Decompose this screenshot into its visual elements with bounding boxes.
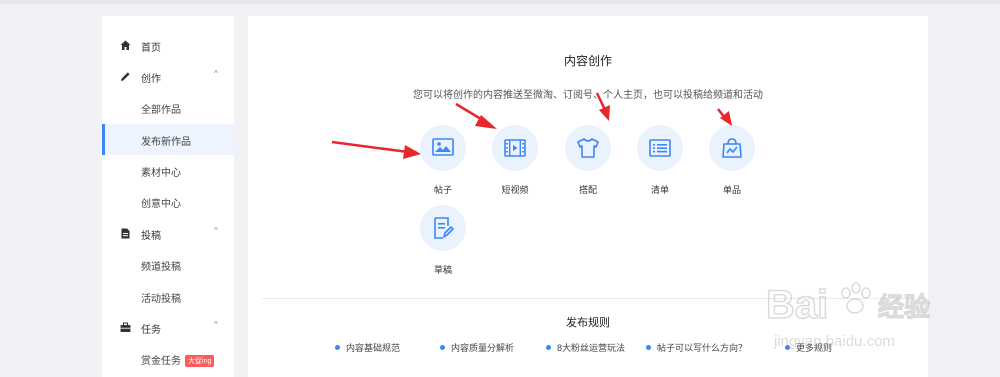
sidebar-item-label: 创作 bbox=[141, 74, 161, 85]
rule-link[interactable]: 内容质量分解析 bbox=[440, 341, 514, 354]
chevron-up-icon[interactable]: ^ bbox=[214, 69, 218, 78]
sidebar-item-submit[interactable]: 投稿 ^ bbox=[102, 218, 234, 249]
sidebar-item-label: 创意中心 bbox=[141, 199, 181, 210]
briefcase-icon bbox=[120, 322, 131, 332]
content-type-label: 清单 bbox=[650, 185, 669, 195]
sidebar-item-label: 赏金任务 bbox=[141, 356, 181, 367]
sidebar-item-ideas[interactable]: 创意中心 bbox=[102, 186, 234, 217]
image-icon bbox=[432, 138, 454, 156]
sidebar-item-activity-submit[interactable]: 活动投稿 bbox=[102, 281, 234, 312]
content-type-label: 草稿 bbox=[433, 265, 452, 275]
top-border bbox=[0, 0, 1000, 4]
sidebar-item-create[interactable]: 创作 ^ bbox=[102, 61, 234, 92]
chevron-up-icon[interactable]: ^ bbox=[214, 320, 218, 329]
pencil-icon bbox=[121, 72, 130, 81]
sidebar-item-label: 任务 bbox=[141, 325, 161, 336]
rule-link[interactable]: 内容基础规范 bbox=[335, 341, 400, 354]
sidebar-item-label: 活动投稿 bbox=[141, 294, 181, 305]
bullet-icon bbox=[546, 345, 551, 350]
page-title: 内容创作 bbox=[563, 54, 612, 68]
sidebar-item-label: 首页 bbox=[141, 43, 161, 54]
svg-text:经验: 经验 bbox=[878, 292, 930, 323]
page-subtitle: 您可以将创作的内容推送至微淘、订阅号、个人主页，也可以投稿给频道和活动 bbox=[413, 90, 763, 101]
sidebar-item-home[interactable]: 首页 bbox=[102, 30, 234, 61]
content-type-label: 单品 bbox=[722, 185, 741, 195]
document-icon bbox=[121, 228, 130, 239]
shopping-bag-icon bbox=[722, 138, 742, 158]
list-icon bbox=[649, 139, 671, 157]
content-type-label: 搭配 bbox=[578, 185, 597, 195]
content-type-short-video-button[interactable]: 短视频 bbox=[480, 125, 550, 196]
sidebar: 首页 创作 ^ 全部作品 发布新作品 素材中心 创意中心 投稿 ^ 频道投稿 活… bbox=[102, 16, 234, 377]
content-type-outfit-button[interactable]: 搭配 bbox=[553, 125, 623, 196]
content-type-post-button[interactable]: 帖子 bbox=[408, 125, 478, 196]
home-icon bbox=[120, 40, 131, 50]
sidebar-item-materials[interactable]: 素材中心 bbox=[102, 155, 234, 186]
sidebar-item-bounty[interactable]: 赏金任务 大促ing bbox=[102, 343, 234, 374]
promo-badge: 大促ing bbox=[185, 355, 215, 367]
bullet-icon bbox=[335, 345, 340, 350]
sidebar-item-tasks[interactable]: 任务 ^ bbox=[102, 312, 234, 343]
sidebar-item-channel-submit[interactable]: 频道投稿 bbox=[102, 249, 234, 280]
bullet-icon bbox=[440, 345, 445, 350]
svg-text:Bai: Bai bbox=[766, 283, 828, 327]
bullet-icon bbox=[646, 345, 651, 350]
content-type-label: 帖子 bbox=[433, 185, 452, 195]
svg-text:jingyan.baidu.com: jingyan.baidu.com bbox=[773, 333, 895, 350]
content-type-label: 短视频 bbox=[501, 185, 529, 195]
baidu-watermark-logo: Bai 经验 jingyan.baidu.com bbox=[765, 282, 931, 350]
tshirt-icon bbox=[577, 138, 599, 158]
sidebar-item-publish-new[interactable]: 发布新作品 bbox=[102, 124, 234, 155]
sidebar-item-label: 发布新作品 bbox=[141, 137, 191, 148]
content-type-draft-button[interactable]: 草稿 bbox=[408, 205, 478, 276]
film-icon bbox=[504, 139, 526, 157]
chevron-up-icon[interactable]: ^ bbox=[214, 226, 218, 235]
sidebar-item-label: 投稿 bbox=[141, 231, 161, 242]
rule-link[interactable]: 帖子可以写什么方向？ bbox=[646, 341, 747, 354]
sidebar-item-label: 全部作品 bbox=[141, 105, 181, 116]
sidebar-item-all-works[interactable]: 全部作品 bbox=[102, 92, 234, 123]
content-type-list-button[interactable]: 清单 bbox=[625, 125, 695, 196]
sidebar-item-label: 素材中心 bbox=[141, 168, 181, 179]
draft-icon bbox=[434, 217, 454, 239]
sidebar-item-label: 频道投稿 bbox=[141, 262, 181, 273]
content-type-item-button[interactable]: 单品 bbox=[697, 125, 767, 196]
rule-link[interactable]: 8大粉丝运营玩法 bbox=[546, 341, 625, 354]
